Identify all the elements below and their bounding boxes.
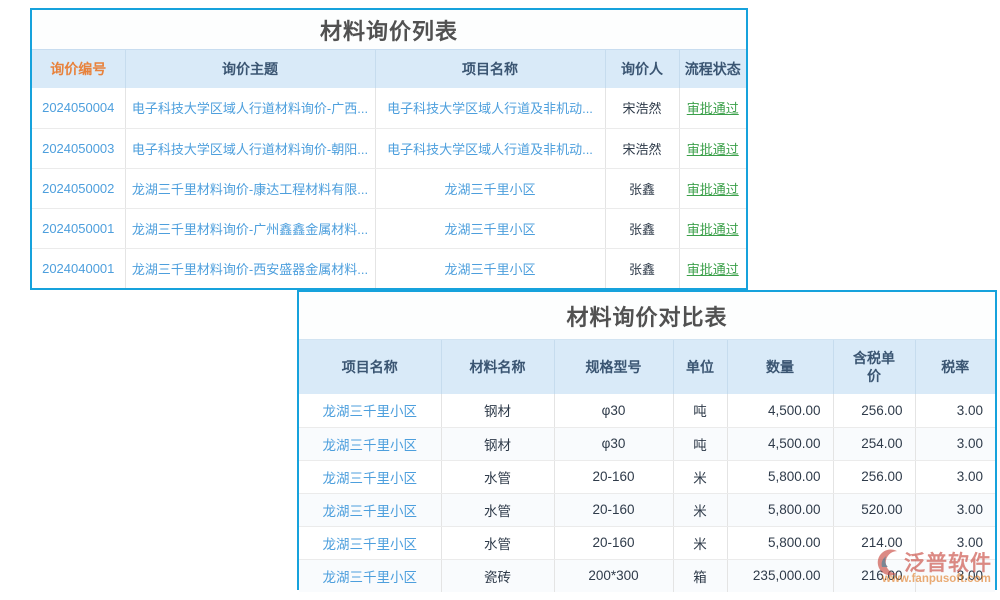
tax-rate: 3.00 — [915, 559, 995, 592]
table-row: 2024050003 电子科技大学区域人行道材料询价-朝阳... 电子科技大学区… — [32, 128, 746, 168]
unit: 吨 — [673, 427, 727, 460]
spec-model: φ30 — [554, 394, 673, 427]
quantity: 5,800.00 — [727, 460, 833, 493]
inquirer-name: 张鑫 — [605, 248, 679, 288]
approval-status-link[interactable]: 审批通过 — [679, 128, 746, 168]
tax-rate: 3.00 — [915, 394, 995, 427]
inquiry-no-link[interactable]: 2024040001 — [32, 248, 125, 288]
material-name: 水管 — [441, 460, 554, 493]
project-name-link[interactable]: 龙湖三千里小区 — [299, 526, 441, 559]
table-row: 2024050004 电子科技大学区域人行道材料询价-广西... 电子科技大学区… — [32, 88, 746, 128]
inquiry-subject-link[interactable]: 龙湖三千里材料询价-广州鑫鑫金属材料... — [125, 208, 375, 248]
tax-incl-price: 214.00 — [833, 526, 915, 559]
spec-model: 20-160 — [554, 493, 673, 526]
tax-rate: 3.00 — [915, 493, 995, 526]
col-header-project-name: 项目名称 — [375, 50, 605, 88]
table-row: 龙湖三千里小区 钢材 φ30 吨 4,500.00 256.00 3.00 — [299, 394, 995, 427]
project-name-link[interactable]: 龙湖三千里小区 — [375, 208, 605, 248]
unit: 米 — [673, 460, 727, 493]
inquiry-no-link[interactable]: 2024050004 — [32, 88, 125, 128]
comparison-table: 项目名称 材料名称 规格型号 单位 数量 含税单价 税率 龙湖三千里小区 钢材 … — [299, 340, 995, 592]
inquiry-subject-link[interactable]: 电子科技大学区域人行道材料询价-广西... — [125, 88, 375, 128]
tax-rate: 3.00 — [915, 460, 995, 493]
inquirer-name: 张鑫 — [605, 168, 679, 208]
comparison-header-row: 项目名称 材料名称 规格型号 单位 数量 含税单价 税率 — [299, 340, 995, 394]
inquiry-no-link[interactable]: 2024050003 — [32, 128, 125, 168]
col-header-inquiry-no: 询价编号 — [32, 50, 125, 88]
inquiry-subject-link[interactable]: 电子科技大学区域人行道材料询价-朝阳... — [125, 128, 375, 168]
spec-model: 200*300 — [554, 559, 673, 592]
inquirer-name: 宋浩然 — [605, 128, 679, 168]
quantity: 235,000.00 — [727, 559, 833, 592]
material-name: 钢材 — [441, 427, 554, 460]
table-row: 2024050001 龙湖三千里材料询价-广州鑫鑫金属材料... 龙湖三千里小区… — [32, 208, 746, 248]
col-header-material-name: 材料名称 — [441, 340, 554, 394]
inquiry-subject-link[interactable]: 龙湖三千里材料询价-西安盛器金属材料... — [125, 248, 375, 288]
tax-incl-price: 216.00 — [833, 559, 915, 592]
tax-incl-price: 256.00 — [833, 460, 915, 493]
quantity: 4,500.00 — [727, 394, 833, 427]
table-row: 2024040001 龙湖三千里材料询价-西安盛器金属材料... 龙湖三千里小区… — [32, 248, 746, 288]
material-name: 钢材 — [441, 394, 554, 427]
table-row: 龙湖三千里小区 水管 20-160 米 5,800.00 256.00 3.00 — [299, 460, 995, 493]
tax-rate: 3.00 — [915, 526, 995, 559]
tax-incl-price: 256.00 — [833, 394, 915, 427]
comparison-title: 材料询价对比表 — [299, 292, 995, 340]
comparison-panel: 材料询价对比表 项目名称 材料名称 规格型号 单位 数量 含税单价 税率 龙湖三… — [297, 290, 997, 590]
inquiry-list-table: 询价编号 询价主题 项目名称 询价人 流程状态 2024050004 电子科技大… — [32, 50, 746, 288]
material-name: 水管 — [441, 526, 554, 559]
project-name-link[interactable]: 龙湖三千里小区 — [299, 460, 441, 493]
quantity: 5,800.00 — [727, 526, 833, 559]
inquiry-list-panel: 材料询价列表 询价编号 询价主题 项目名称 询价人 流程状态 202405000… — [30, 8, 748, 290]
inquiry-list-header-row: 询价编号 询价主题 项目名称 询价人 流程状态 — [32, 50, 746, 88]
approval-status-link[interactable]: 审批通过 — [679, 208, 746, 248]
table-row: 龙湖三千里小区 钢材 φ30 吨 4,500.00 254.00 3.00 — [299, 427, 995, 460]
col-header-unit: 单位 — [673, 340, 727, 394]
unit: 箱 — [673, 559, 727, 592]
inquiry-list-title: 材料询价列表 — [32, 10, 746, 50]
project-name-link[interactable]: 龙湖三千里小区 — [375, 248, 605, 288]
tax-incl-price: 254.00 — [833, 427, 915, 460]
inquiry-subject-link[interactable]: 龙湖三千里材料询价-康达工程材料有限... — [125, 168, 375, 208]
approval-status-link[interactable]: 审批通过 — [679, 168, 746, 208]
inquirer-name: 宋浩然 — [605, 88, 679, 128]
col-header-project-name: 项目名称 — [299, 340, 441, 394]
tax-incl-price: 520.00 — [833, 493, 915, 526]
col-header-tax-rate: 税率 — [915, 340, 995, 394]
project-name-link[interactable]: 龙湖三千里小区 — [299, 559, 441, 592]
unit: 吨 — [673, 394, 727, 427]
tax-rate: 3.00 — [915, 427, 995, 460]
material-name: 水管 — [441, 493, 554, 526]
unit: 米 — [673, 526, 727, 559]
col-header-spec-model: 规格型号 — [554, 340, 673, 394]
spec-model: φ30 — [554, 427, 673, 460]
spec-model: 20-160 — [554, 460, 673, 493]
col-header-quantity: 数量 — [727, 340, 833, 394]
material-name: 瓷砖 — [441, 559, 554, 592]
col-header-flow-status: 流程状态 — [679, 50, 746, 88]
project-name-link[interactable]: 龙湖三千里小区 — [375, 168, 605, 208]
project-name-link[interactable]: 电子科技大学区域人行道及非机动... — [375, 128, 605, 168]
approval-status-link[interactable]: 审批通过 — [679, 88, 746, 128]
col-header-inquiry-subject: 询价主题 — [125, 50, 375, 88]
project-name-link[interactable]: 龙湖三千里小区 — [299, 427, 441, 460]
approval-status-link[interactable]: 审批通过 — [679, 248, 746, 288]
project-name-link[interactable]: 龙湖三千里小区 — [299, 394, 441, 427]
table-row: 龙湖三千里小区 水管 20-160 米 5,800.00 520.00 3.00 — [299, 493, 995, 526]
col-header-tax-incl-price: 含税单价 — [833, 340, 915, 394]
unit: 米 — [673, 493, 727, 526]
col-header-inquirer: 询价人 — [605, 50, 679, 88]
inquirer-name: 张鑫 — [605, 208, 679, 248]
table-row: 龙湖三千里小区 水管 20-160 米 5,800.00 214.00 3.00 — [299, 526, 995, 559]
project-name-link[interactable]: 电子科技大学区域人行道及非机动... — [375, 88, 605, 128]
project-name-link[interactable]: 龙湖三千里小区 — [299, 493, 441, 526]
spec-model: 20-160 — [554, 526, 673, 559]
quantity: 4,500.00 — [727, 427, 833, 460]
table-row: 2024050002 龙湖三千里材料询价-康达工程材料有限... 龙湖三千里小区… — [32, 168, 746, 208]
inquiry-no-link[interactable]: 2024050002 — [32, 168, 125, 208]
table-row: 龙湖三千里小区 瓷砖 200*300 箱 235,000.00 216.00 3… — [299, 559, 995, 592]
quantity: 5,800.00 — [727, 493, 833, 526]
inquiry-no-link[interactable]: 2024050001 — [32, 208, 125, 248]
